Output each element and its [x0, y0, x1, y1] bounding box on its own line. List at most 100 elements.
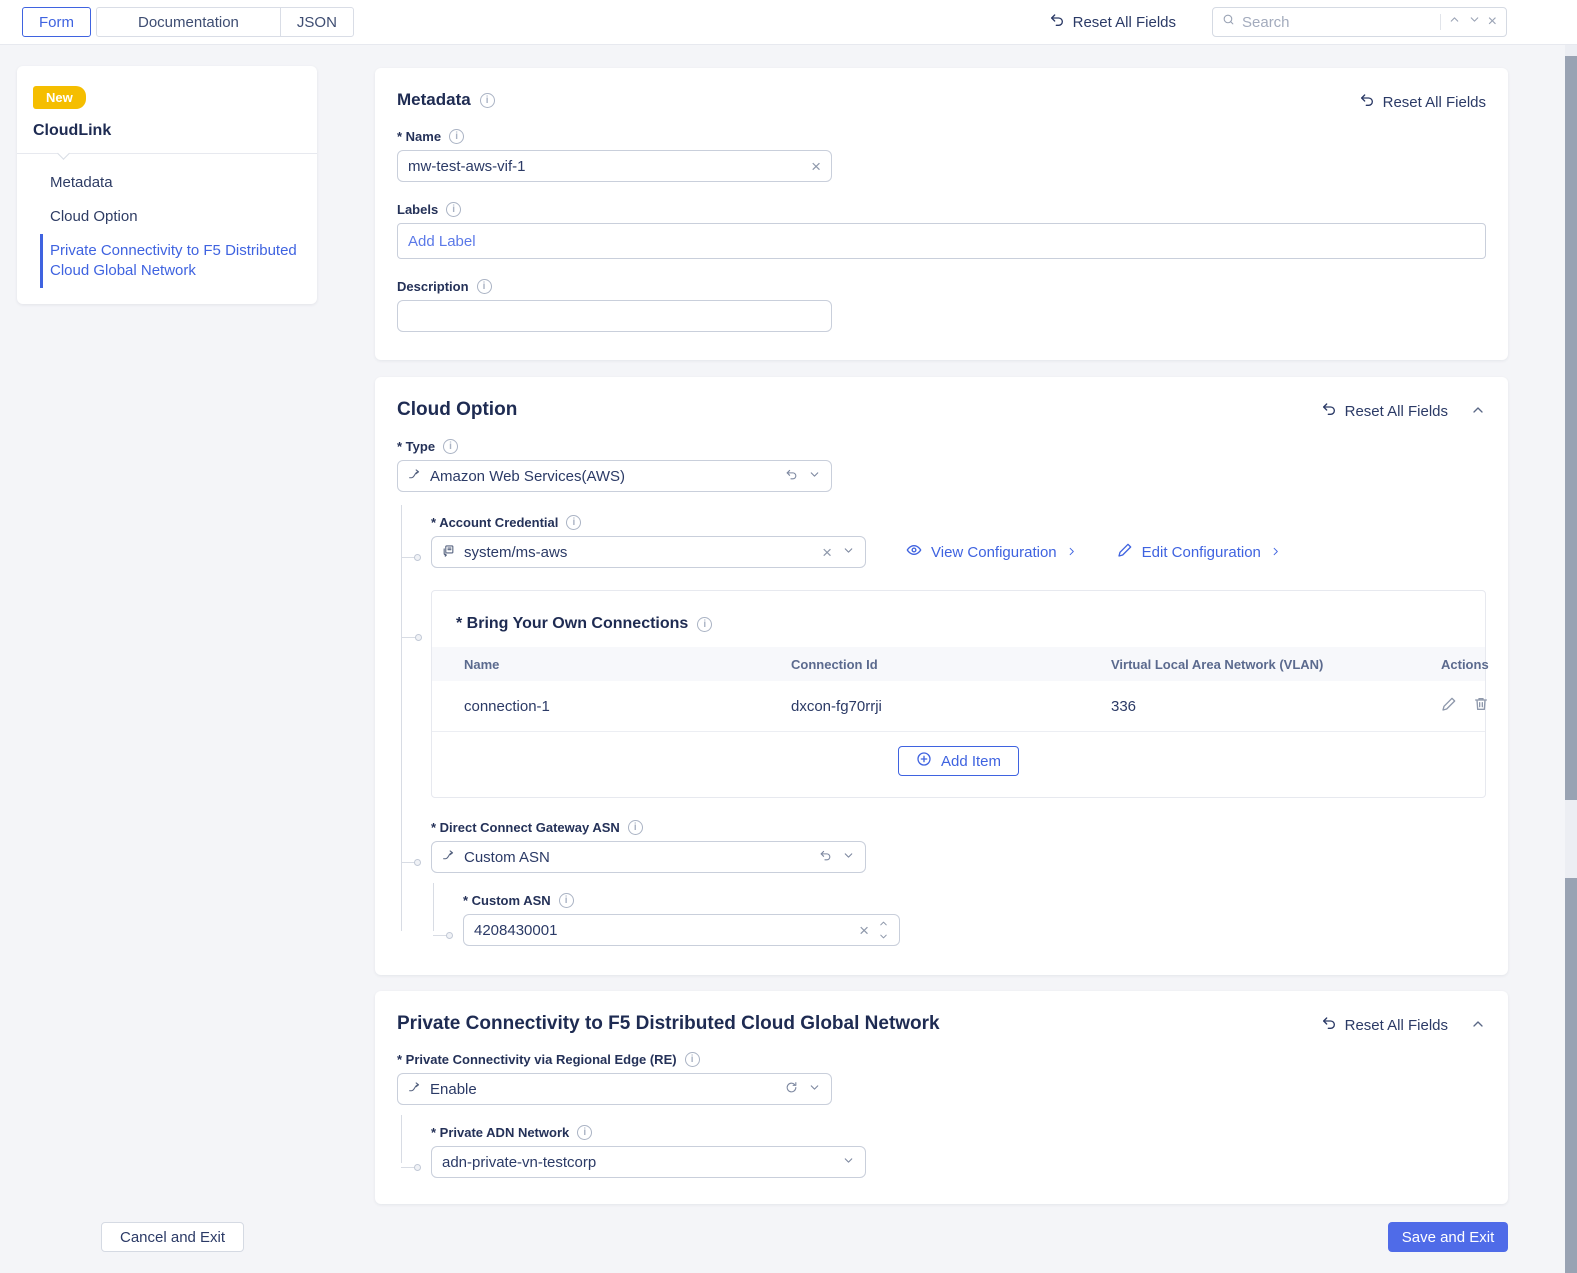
topbar-right: Reset All Fields ×: [1049, 7, 1507, 37]
reset-field-icon[interactable]: [819, 849, 832, 866]
search-divider: [1439, 14, 1441, 30]
private-adn-label: * Private ADN Network: [431, 1125, 570, 1140]
chevron-down-icon[interactable]: [842, 849, 855, 866]
collapse-section-button[interactable]: [1470, 1016, 1486, 1035]
save-and-exit-button[interactable]: Save and Exit: [1388, 1222, 1508, 1252]
info-icon[interactable]: i: [627, 820, 643, 835]
regional-edge-label: * Private Connectivity via Regional Edge…: [397, 1052, 677, 1067]
private-connectivity-title: Private Connectivity to F5 Distributed C…: [397, 1013, 940, 1034]
cell-connection-id: dxcon-fg70rrji: [791, 697, 882, 715]
sidebar-nav: Metadata Cloud Option Private Connectivi…: [17, 166, 317, 288]
clear-icon[interactable]: ×: [859, 922, 869, 939]
labels-field: [397, 223, 1486, 259]
sidebar-item-private-connectivity[interactable]: Private Connectivity to F5 Distributed C…: [40, 233, 307, 288]
tab-documentation[interactable]: Documentation: [96, 7, 281, 37]
custom-asn-input[interactable]: [474, 921, 851, 939]
byoc-title: * Bring Your Own Connections: [456, 615, 689, 632]
view-configuration-label: View Configuration: [931, 543, 1057, 561]
custom-asn-label: * Custom ASN: [463, 893, 551, 908]
info-icon[interactable]: i: [577, 1125, 593, 1140]
description-label: Description: [397, 279, 469, 294]
private-adn-select[interactable]: adn-private-vn-testcorp: [431, 1146, 866, 1178]
regional-edge-select[interactable]: Enable: [397, 1073, 832, 1105]
info-icon[interactable]: i: [479, 92, 495, 108]
sidebar-item-metadata[interactable]: Metadata: [40, 166, 307, 200]
chevron-down-icon[interactable]: [808, 468, 821, 485]
metadata-title: Metadata: [397, 90, 471, 109]
clear-icon[interactable]: ×: [811, 158, 821, 175]
view-tabs: Form Documentation JSON: [22, 7, 354, 37]
chevron-down-icon[interactable]: [842, 1154, 855, 1171]
chevron-right-icon: [1270, 544, 1281, 561]
cloud-option-reset-fields-button[interactable]: Reset All Fields: [1321, 401, 1448, 421]
oneof-branch-icon: [442, 849, 455, 866]
cancel-and-exit-button[interactable]: Cancel and Exit: [101, 1222, 245, 1252]
sidebar: New CloudLink Metadata Cloud Option Priv…: [17, 66, 317, 304]
description-field: [397, 300, 832, 332]
info-icon[interactable]: i: [558, 893, 574, 908]
edit-row-icon[interactable]: [1441, 696, 1457, 716]
undo-icon: [1359, 92, 1375, 112]
metadata-reset-fields-button[interactable]: Reset All Fields: [1359, 92, 1486, 112]
chevron-right-icon: [1066, 544, 1077, 561]
scrollbar-thumb[interactable]: [1565, 878, 1577, 1273]
type-select[interactable]: Amazon Web Services(AWS): [397, 460, 832, 492]
reset-field-icon[interactable]: [785, 468, 798, 485]
reference-icon: [442, 544, 455, 561]
search-prev-icon[interactable]: [1448, 13, 1461, 31]
reset-fields-label: Reset All Fields: [1344, 402, 1448, 420]
tab-json[interactable]: JSON: [279, 7, 354, 37]
tab-form[interactable]: Form: [22, 7, 91, 37]
info-icon[interactable]: i: [566, 515, 582, 530]
account-credential-select[interactable]: system/ms-aws ×: [431, 536, 866, 568]
byoc-card: * Bring Your Own Connections i Name Conn…: [402, 590, 1489, 798]
clear-icon[interactable]: ×: [822, 544, 832, 561]
sidebar-item-cloud-option[interactable]: Cloud Option: [40, 200, 307, 234]
refresh-icon[interactable]: [785, 1081, 798, 1098]
view-configuration-link[interactable]: View Configuration: [906, 542, 1077, 562]
name-field: ×: [397, 150, 832, 182]
add-item-button[interactable]: Add Item: [897, 746, 1020, 776]
scrollbar-thumb[interactable]: [1565, 56, 1577, 800]
info-icon[interactable]: i: [476, 279, 492, 294]
description-input[interactable]: [408, 307, 821, 325]
undo-icon: [1321, 1015, 1337, 1035]
oneof-branch-icon: [408, 468, 421, 485]
private-reset-fields-button[interactable]: Reset All Fields: [1321, 1015, 1448, 1035]
undo-icon: [1321, 401, 1337, 421]
search-box: ×: [1212, 7, 1507, 37]
byoc-table-row: connection-1 dxcon-fg70rrji 336: [432, 681, 1487, 732]
name-input[interactable]: [408, 157, 803, 175]
info-icon[interactable]: i: [443, 439, 459, 454]
delete-row-icon[interactable]: [1473, 696, 1489, 716]
number-stepper[interactable]: [878, 918, 889, 942]
info-icon[interactable]: i: [697, 616, 713, 632]
tab-group: Documentation JSON: [96, 7, 354, 37]
new-badge: New: [33, 86, 86, 109]
add-item-label: Add Item: [940, 752, 1002, 770]
search-next-icon[interactable]: [1468, 13, 1481, 31]
reset-all-fields-button[interactable]: Reset All Fields: [1049, 12, 1176, 32]
cloud-option-title: Cloud Option: [397, 399, 518, 420]
collapse-notch-icon[interactable]: [57, 147, 70, 160]
dcg-asn-select[interactable]: Custom ASN: [431, 841, 866, 873]
pencil-icon: [1117, 542, 1133, 562]
collapse-section-button[interactable]: [1470, 402, 1486, 421]
info-icon[interactable]: i: [446, 202, 462, 217]
add-label-input[interactable]: [408, 232, 1475, 250]
name-label: * Name: [397, 129, 442, 144]
col-actions: Actions: [1441, 656, 1489, 672]
oneof-branch-icon: [408, 1081, 421, 1098]
reset-all-fields-label: Reset All Fields: [1072, 13, 1176, 31]
topbar: Form Documentation JSON Reset All Fields…: [0, 0, 1577, 45]
search-close-icon[interactable]: ×: [1488, 14, 1497, 30]
edit-configuration-link[interactable]: Edit Configuration: [1117, 542, 1281, 562]
col-name: Name: [464, 656, 500, 672]
plus-circle-icon: [916, 751, 932, 771]
type-value: Amazon Web Services(AWS): [430, 467, 626, 485]
chevron-down-icon[interactable]: [842, 544, 855, 561]
chevron-down-icon[interactable]: [808, 1081, 821, 1098]
info-icon[interactable]: i: [684, 1052, 700, 1067]
search-input[interactable]: [1242, 13, 1433, 31]
info-icon[interactable]: i: [449, 129, 465, 144]
